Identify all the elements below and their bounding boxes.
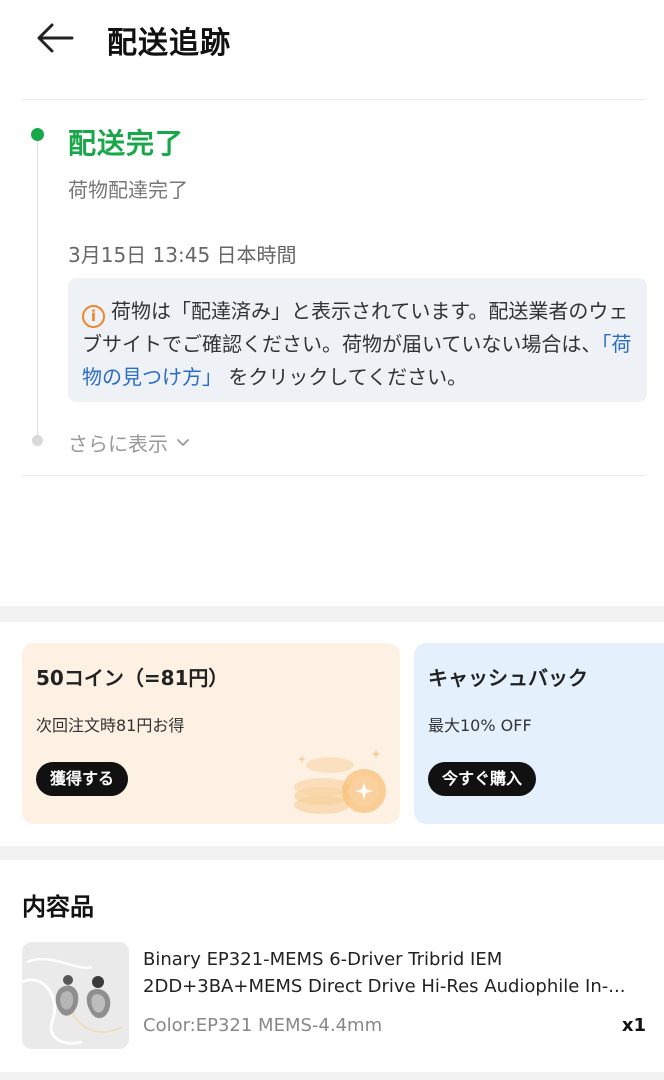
earphones-icon bbox=[22, 942, 129, 1049]
cashback-promo-title: キャッシュバック bbox=[428, 666, 588, 690]
section-title: 内容品 bbox=[22, 893, 94, 921]
cashback-promo-card[interactable]: キャッシュバック 最大10% OFF 今すぐ購入 bbox=[414, 643, 664, 824]
tracking-section: 配送完了 荷物配達完了 3月15日 13:45 日本時間 i 荷物は「配達済み」と… bbox=[0, 90, 664, 606]
chevron-down-icon bbox=[177, 438, 189, 446]
package-contents-section: 内容品 Binary EP321-MEMS 6-Driver Tribrid I… bbox=[0, 860, 664, 1072]
show-more-button[interactable]: さらに表示 bbox=[68, 428, 190, 457]
coins-promo-card[interactable]: 50コイン（=81円） 次回注文時81円お得 獲得する bbox=[22, 643, 400, 824]
product-name-line1: Binary EP321-MEMS 6-Driver Tribrid IEM bbox=[143, 949, 503, 970]
product-name[interactable]: Binary EP321-MEMS 6-Driver Tribrid IEM 2… bbox=[143, 946, 648, 1000]
product-thumbnail[interactable] bbox=[22, 942, 129, 1049]
cashback-promo-subtitle: 最大10% OFF bbox=[428, 716, 532, 735]
delivery-status-subtitle: 荷物配達完了 bbox=[68, 178, 188, 202]
delivery-status-title: 配送完了 bbox=[68, 127, 185, 160]
product-variant: Color:EP321 MEMS-4.4mm bbox=[143, 1015, 383, 1036]
buy-now-button[interactable]: 今すぐ購入 bbox=[428, 762, 537, 796]
delivery-notice: i 荷物は「配達済み」と表示されています。配送業者のウェブサイトでご確認ください。… bbox=[68, 278, 647, 402]
timeline-dot-inactive bbox=[32, 435, 43, 446]
timeline-dot-active bbox=[31, 128, 44, 141]
arrow-left-icon bbox=[37, 23, 74, 53]
info-icon: i bbox=[82, 305, 105, 328]
product-quantity: x1 bbox=[621, 1015, 646, 1036]
timeline-line bbox=[37, 135, 38, 440]
coins-promo-title: 50コイン（=81円） bbox=[36, 666, 229, 690]
divider bbox=[22, 99, 646, 100]
back-button[interactable] bbox=[30, 16, 80, 60]
product-name-line2: 2DD+3BA+MEMS Direct Drive Hi-Res Audioph… bbox=[143, 976, 626, 997]
page-title: 配送追跡 bbox=[107, 26, 231, 61]
coins-promo-subtitle: 次回注文時81円お得 bbox=[36, 716, 185, 735]
delivery-timestamp: 3月15日 13:45 日本時間 bbox=[68, 243, 297, 267]
promo-section: 50コイン（=81円） 次回注文時81円お得 獲得する キャッシュバック 最大1… bbox=[0, 622, 664, 846]
notice-text-after: をクリックしてください。 bbox=[228, 365, 468, 389]
header-bar: 配送追跡 bbox=[0, 0, 664, 90]
notice-text-before: 荷物は「配達済み」と表示されています。配送業者のウェブサイトでご確認ください。荷… bbox=[82, 299, 629, 356]
coins-icon bbox=[294, 749, 386, 814]
divider bbox=[22, 475, 646, 476]
claim-coins-button[interactable]: 獲得する bbox=[36, 762, 129, 796]
show-more-label: さらに表示 bbox=[68, 432, 168, 456]
